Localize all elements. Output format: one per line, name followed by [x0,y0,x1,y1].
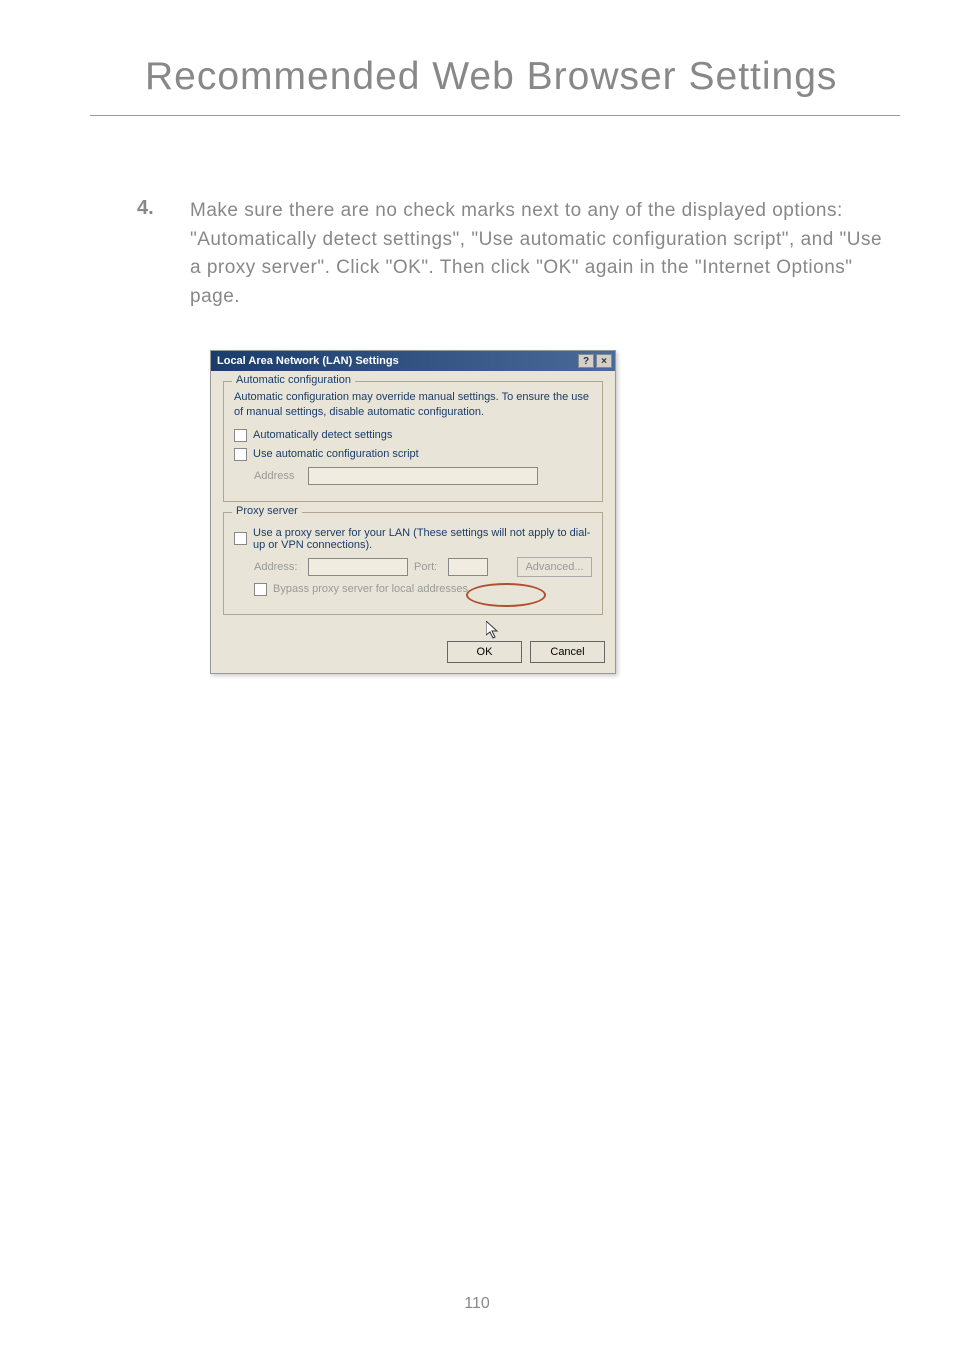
script-address-input [308,467,538,485]
bypass-row: Bypass proxy server for local addresses [254,583,592,596]
dialog-body: Automatic configuration Automatic config… [211,371,615,635]
config-script-checkbox[interactable] [234,448,247,461]
step-text: Make sure there are no check marks next … [190,197,890,311]
lan-settings-dialog: Local Area Network (LAN) Settings ? × Au… [210,350,616,674]
use-proxy-checkbox[interactable] [234,532,247,545]
help-button[interactable]: ? [578,354,594,368]
page-number: 110 [464,1295,490,1313]
proxy-address-label: Address: [254,561,302,573]
page-title: Recommended Web Browser Settings [145,55,837,99]
config-script-row: Use automatic configuration script [234,448,592,461]
auto-config-fieldset: Automatic configuration Automatic config… [223,381,603,502]
proxy-port-input [448,558,488,576]
proxy-address-input [308,558,408,576]
dialog-title: Local Area Network (LAN) Settings [214,355,399,367]
step-number: 4. [137,197,154,220]
dialog-button-row: OK Cancel [211,635,615,673]
titlebar-buttons: ? × [578,354,612,368]
use-proxy-label: Use a proxy server for your LAN (These s… [253,527,592,551]
cancel-button[interactable]: Cancel [530,641,605,663]
auto-config-legend: Automatic configuration [232,374,355,386]
bypass-label: Bypass proxy server for local addresses [273,583,468,595]
dialog-titlebar: Local Area Network (LAN) Settings ? × [211,351,615,371]
detect-settings-label: Automatically detect settings [253,429,392,441]
bypass-checkbox [254,583,267,596]
proxy-address-row: Address: Port: Advanced... [254,557,592,577]
proxy-fieldset: Proxy server Use a proxy server for your… [223,512,603,615]
ok-button[interactable]: OK [447,641,522,663]
auto-config-desc: Automatic configuration may override man… [234,390,592,421]
advanced-button: Advanced... [517,557,592,577]
detect-settings-row: Automatically detect settings [234,429,592,442]
script-address-label: Address [254,470,302,482]
proxy-port-label: Port: [414,561,442,573]
title-underline [90,115,900,116]
config-script-label: Use automatic configuration script [253,448,419,460]
script-address-row: Address [254,467,592,485]
proxy-legend: Proxy server [232,505,302,517]
use-proxy-row: Use a proxy server for your LAN (These s… [234,527,592,551]
close-button[interactable]: × [596,354,612,368]
detect-settings-checkbox[interactable] [234,429,247,442]
